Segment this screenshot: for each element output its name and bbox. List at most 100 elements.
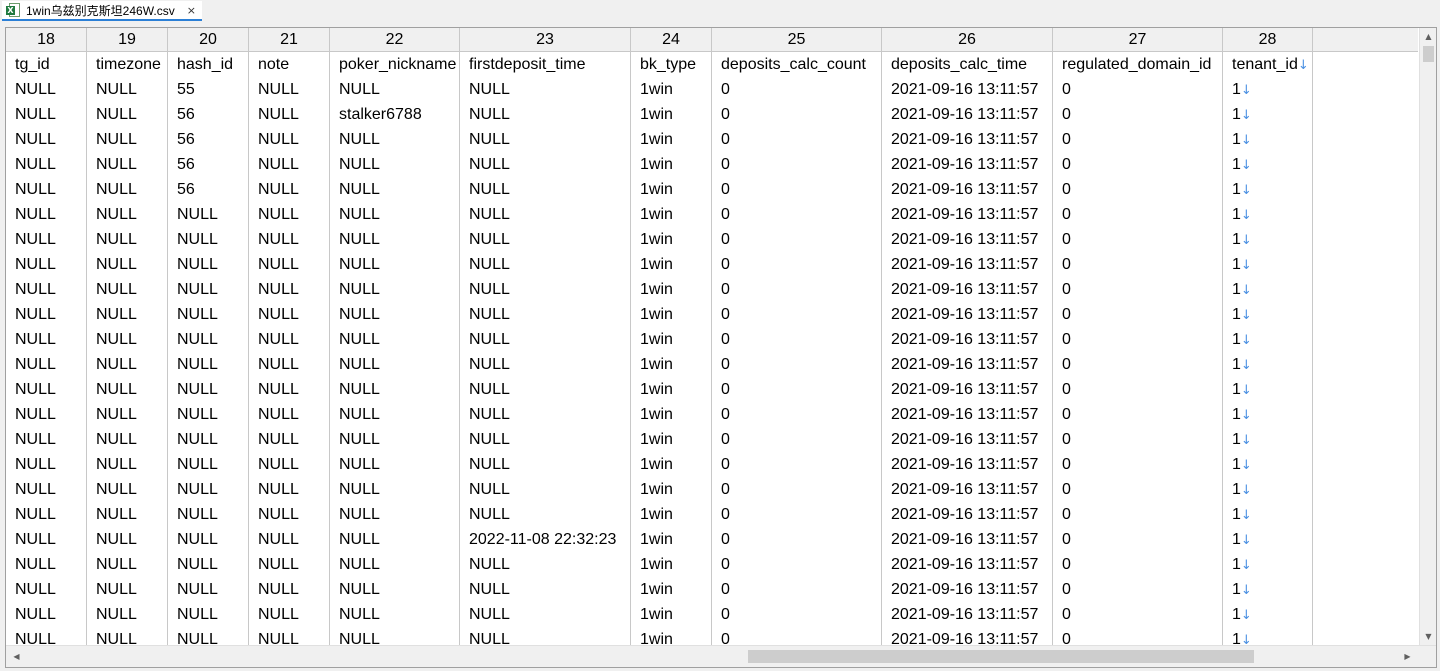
table-cell[interactable]: NULL [330,202,460,227]
table-cell[interactable]: NULL [330,252,460,277]
table-cell[interactable]: NULL [168,452,249,477]
table-cell[interactable]: NULL [87,377,168,402]
table-cell[interactable]: NULL [460,327,631,352]
table-cell[interactable]: 2021-09-16 13:11:57 [882,377,1053,402]
table-cell[interactable]: NULL [249,477,330,502]
table-cell[interactable]: NULL [168,252,249,277]
table-cell[interactable]: 0 [1053,352,1223,377]
table-cell[interactable]: 1↓ [1223,152,1313,177]
table-cell[interactable]: NULL [460,252,631,277]
table-cell[interactable]: 1win [631,452,712,477]
table-cell[interactable]: 0 [1053,77,1223,102]
table-cell[interactable]: NULL [6,127,87,152]
field-name-cell[interactable]: regulated_domain_id [1053,52,1223,77]
table-cell[interactable]: 1win [631,402,712,427]
table-cell[interactable]: NULL [168,477,249,502]
table-cell[interactable]: 0 [712,402,882,427]
table-cell[interactable]: NULL [6,102,87,127]
table-cell[interactable]: 1↓ [1223,527,1313,552]
table-cell[interactable]: 0 [712,227,882,252]
scroll-down-arrow-icon[interactable]: ▼ [1420,628,1436,645]
table-cell[interactable]: 1↓ [1223,377,1313,402]
table-cell[interactable]: NULL [249,202,330,227]
table-cell[interactable]: 0 [1053,152,1223,177]
field-name-cell[interactable]: deposits_calc_time [882,52,1053,77]
table-cell[interactable]: NULL [6,77,87,102]
table-cell[interactable]: 0 [1053,602,1223,627]
table-cell[interactable]: NULL [168,552,249,577]
table-cell[interactable]: NULL [168,327,249,352]
vertical-scroll-thumb[interactable] [1423,46,1434,62]
table-cell[interactable]: NULL [460,552,631,577]
table-cell[interactable]: 1↓ [1223,102,1313,127]
table-cell[interactable]: 2021-09-16 13:11:57 [882,252,1053,277]
table-cell[interactable]: 0 [1053,252,1223,277]
table-cell[interactable]: 0 [712,177,882,202]
table-cell[interactable]: 1win [631,352,712,377]
field-name-cell[interactable]: hash_id [168,52,249,77]
table-cell[interactable]: 0 [1053,377,1223,402]
table-cell[interactable]: 0 [1053,527,1223,552]
table-cell[interactable]: NULL [249,352,330,377]
table-cell[interactable]: 1↓ [1223,227,1313,252]
table-cell[interactable]: 1win [631,127,712,152]
table-cell[interactable]: NULL [460,277,631,302]
table-cell[interactable]: NULL [249,527,330,552]
table-cell[interactable]: NULL [249,152,330,177]
table-cell[interactable]: NULL [6,177,87,202]
table-cell[interactable]: NULL [330,602,460,627]
table-cell[interactable]: NULL [6,602,87,627]
table-cell[interactable]: NULL [330,127,460,152]
table-cell[interactable]: 1win [631,577,712,602]
table-cell[interactable]: 2021-09-16 13:11:57 [882,552,1053,577]
table-cell[interactable]: 55 [168,77,249,102]
table-cell[interactable]: NULL [168,527,249,552]
table-cell[interactable]: NULL [168,402,249,427]
table-cell[interactable]: NULL [330,302,460,327]
table-cell[interactable]: 1win [631,277,712,302]
table-cell[interactable]: NULL [249,227,330,252]
table-cell[interactable]: NULL [87,352,168,377]
table-cell[interactable]: 1↓ [1223,352,1313,377]
table-cell[interactable]: 2021-09-16 13:11:57 [882,102,1053,127]
horizontal-scrollbar[interactable]: ◀ ▶ [6,645,1436,667]
table-cell[interactable]: NULL [6,377,87,402]
table-cell[interactable]: 2021-09-16 13:11:57 [882,477,1053,502]
table-cell[interactable]: 1↓ [1223,327,1313,352]
table-cell[interactable]: 1win [631,427,712,452]
table-cell[interactable]: NULL [330,427,460,452]
table-cell[interactable]: NULL [330,352,460,377]
table-cell[interactable]: 0 [1053,327,1223,352]
table-cell[interactable]: 2021-09-16 13:11:57 [882,502,1053,527]
table-cell[interactable]: NULL [249,552,330,577]
close-tab-icon[interactable]: × [187,4,196,17]
column-number-header[interactable]: 23 [460,28,631,51]
table-cell[interactable]: NULL [460,352,631,377]
table-cell[interactable]: NULL [87,502,168,527]
table-cell[interactable]: 0 [712,552,882,577]
table-cell[interactable]: NULL [460,577,631,602]
table-cell[interactable]: NULL [168,602,249,627]
field-name-cell[interactable]: note [249,52,330,77]
table-cell[interactable]: 56 [168,102,249,127]
table-cell[interactable]: NULL [460,77,631,102]
table-cell[interactable]: 0 [712,327,882,352]
table-cell[interactable]: NULL [6,527,87,552]
horizontal-scroll-thumb[interactable] [748,650,1254,663]
table-cell[interactable]: stalker6788 [330,102,460,127]
table-cell[interactable]: 1↓ [1223,502,1313,527]
table-cell[interactable]: 1↓ [1223,202,1313,227]
table-cell[interactable]: 1↓ [1223,452,1313,477]
table-cell[interactable]: 0 [1053,102,1223,127]
table-cell[interactable]: 56 [168,127,249,152]
table-cell[interactable]: NULL [460,452,631,477]
table-cell[interactable]: 1win [631,102,712,127]
table-cell[interactable]: 1win [631,302,712,327]
table-cell[interactable]: NULL [460,427,631,452]
table-cell[interactable]: 1↓ [1223,402,1313,427]
column-number-header[interactable]: 24 [631,28,712,51]
table-cell[interactable]: NULL [87,577,168,602]
table-cell[interactable]: 0 [712,602,882,627]
table-cell[interactable]: 1win [631,527,712,552]
scroll-left-arrow-icon[interactable]: ◀ [8,648,25,665]
